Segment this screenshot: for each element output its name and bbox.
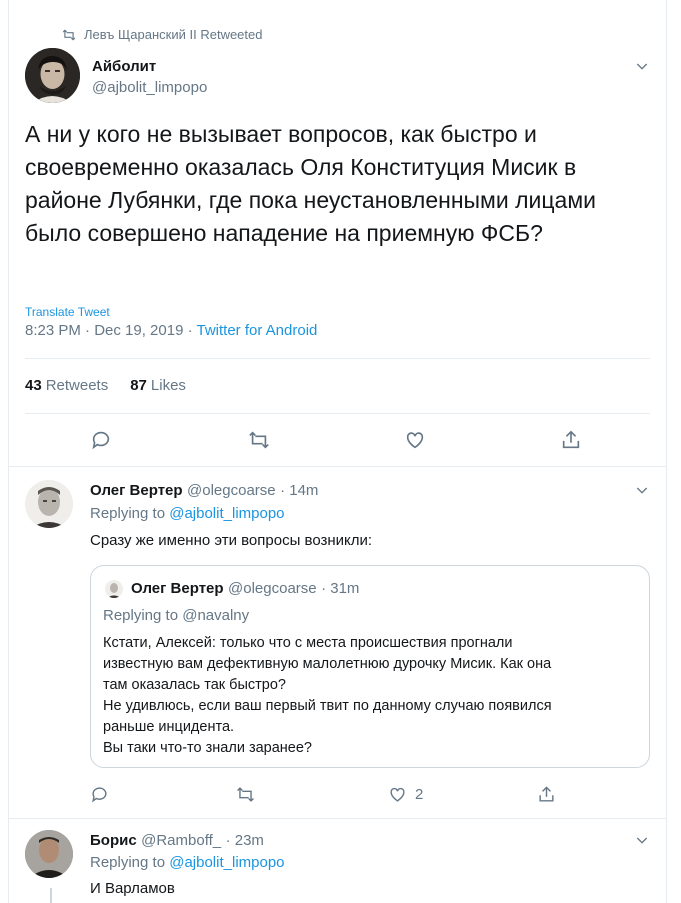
tweet-text: А ни у кого не вызывает вопросов, как бы… (25, 121, 597, 246)
retweet-banner-text: Левъ Щаранский II Retweeted (84, 27, 263, 42)
tweet-meta: 8:23 PM · Dec 19, 2019 · Twitter for And… (25, 322, 317, 339)
retweet-icon (237, 787, 254, 802)
replying-prefix: Replying to (90, 854, 170, 871)
avatar (105, 580, 123, 598)
quote-time: · 31m (321, 580, 360, 597)
like-button[interactable] (404, 429, 426, 451)
quote-line: раньше инцидента. (103, 719, 235, 735)
like-count: 2 (415, 786, 424, 803)
divider (9, 466, 666, 467)
share-button[interactable] (537, 785, 556, 804)
tweet-stats: 43 Retweets 87 Likes (25, 377, 186, 394)
tweet-time[interactable]: 8:23 PM · Dec 19, 2019 · (25, 322, 196, 339)
replying-to-handle: @navalny (182, 607, 250, 624)
reply-text: Сразу же именно эти вопросы возникли: (90, 532, 373, 549)
avatar[interactable] (25, 480, 73, 528)
replying-to-link[interactable]: @ajbolit_limpopo (169, 854, 284, 871)
thread-line (50, 888, 52, 903)
avatar-portrait-icon (25, 480, 73, 528)
chevron-down-icon[interactable] (634, 482, 650, 498)
avatar[interactable] (25, 48, 80, 103)
replying-prefix: Replying to (103, 607, 183, 624)
reply-button[interactable] (90, 429, 112, 451)
quote-line: там оказалась так быстро? (103, 677, 286, 693)
quote-replying-to: Replying to @navalny (103, 607, 249, 624)
quote-line: Не удивлюсь, если ваш первый твит по дан… (103, 698, 552, 714)
quote-line: Вы таки что-то знали заранее? (103, 740, 312, 756)
replying-to: Replying to @ajbolit_limpopo (90, 505, 285, 522)
reply-text: И Варламов (90, 880, 175, 897)
reply-header: Борис @Ramboff_ · 23m (90, 832, 264, 850)
likes-count: 87 (130, 377, 147, 394)
divider (25, 358, 650, 359)
quote-author-name: Олег Вертер (131, 580, 224, 597)
share-icon (562, 430, 580, 449)
chevron-down-icon[interactable] (634, 832, 650, 848)
author-handle[interactable]: @Ramboff_ (141, 832, 221, 849)
quote-header: Олег Вертер @olegcoarse · 31m (131, 580, 359, 598)
chevron-down-icon[interactable] (634, 58, 650, 74)
avatar-portrait-icon (25, 48, 80, 103)
likes-stat[interactable]: 87 Likes (130, 377, 186, 394)
quote-line: известную вам дефективную малолетнюю дур… (103, 656, 552, 672)
reply-icon (92, 431, 110, 450)
likes-label: Likes (150, 377, 186, 394)
retweets-stat[interactable]: 43 Retweets (25, 377, 108, 394)
avatar-portrait-icon (105, 580, 123, 598)
reply-button[interactable] (90, 785, 109, 804)
reply-time[interactable]: · 14m (280, 482, 318, 499)
retweet-icon (62, 29, 76, 40)
replying-prefix: Replying to (90, 505, 170, 522)
translate-tweet-link[interactable]: Translate Tweet (25, 305, 110, 319)
retweet-icon (249, 431, 269, 449)
share-button[interactable] (560, 429, 582, 451)
quoted-tweet[interactable]: Олег Вертер @olegcoarse · 31m Replying t… (90, 565, 650, 768)
quote-line: Кстати, Алексей: только что с места прои… (103, 635, 513, 651)
divider (9, 818, 666, 819)
retweets-label: Retweets (45, 377, 109, 394)
avatar-portrait-icon (25, 830, 73, 878)
reply-time[interactable]: · 23m (226, 832, 264, 849)
author-handle[interactable]: @ajbolit_limpopo (92, 79, 207, 96)
heart-icon (390, 787, 405, 802)
avatar[interactable] (25, 830, 73, 878)
reply-icon (92, 787, 107, 803)
like-button[interactable]: 2 (388, 785, 423, 804)
quote-text: Кстати, Алексей: только что с места прои… (103, 633, 552, 759)
author-name[interactable]: Олег Вертер (90, 482, 183, 499)
author-name[interactable]: Айболит (92, 58, 156, 75)
share-icon (539, 786, 554, 802)
retweet-button[interactable] (236, 785, 255, 804)
divider (25, 413, 650, 414)
retweet-banner[interactable]: Левъ Щаранский II Retweeted (62, 27, 262, 42)
replying-to: Replying to @ajbolit_limpopo (90, 854, 285, 871)
author-name[interactable]: Борис (90, 832, 137, 849)
retweet-button[interactable] (248, 429, 270, 451)
retweets-count: 43 (25, 377, 42, 394)
tweet-source-link[interactable]: Twitter for Android (196, 322, 317, 339)
author-handle[interactable]: @olegcoarse (187, 482, 276, 499)
heart-icon (406, 432, 424, 449)
quote-author-handle: @olegcoarse (228, 580, 317, 597)
reply-header: Олег Вертер @olegcoarse · 14m (90, 482, 318, 500)
replying-to-link[interactable]: @ajbolit_limpopo (169, 505, 284, 522)
